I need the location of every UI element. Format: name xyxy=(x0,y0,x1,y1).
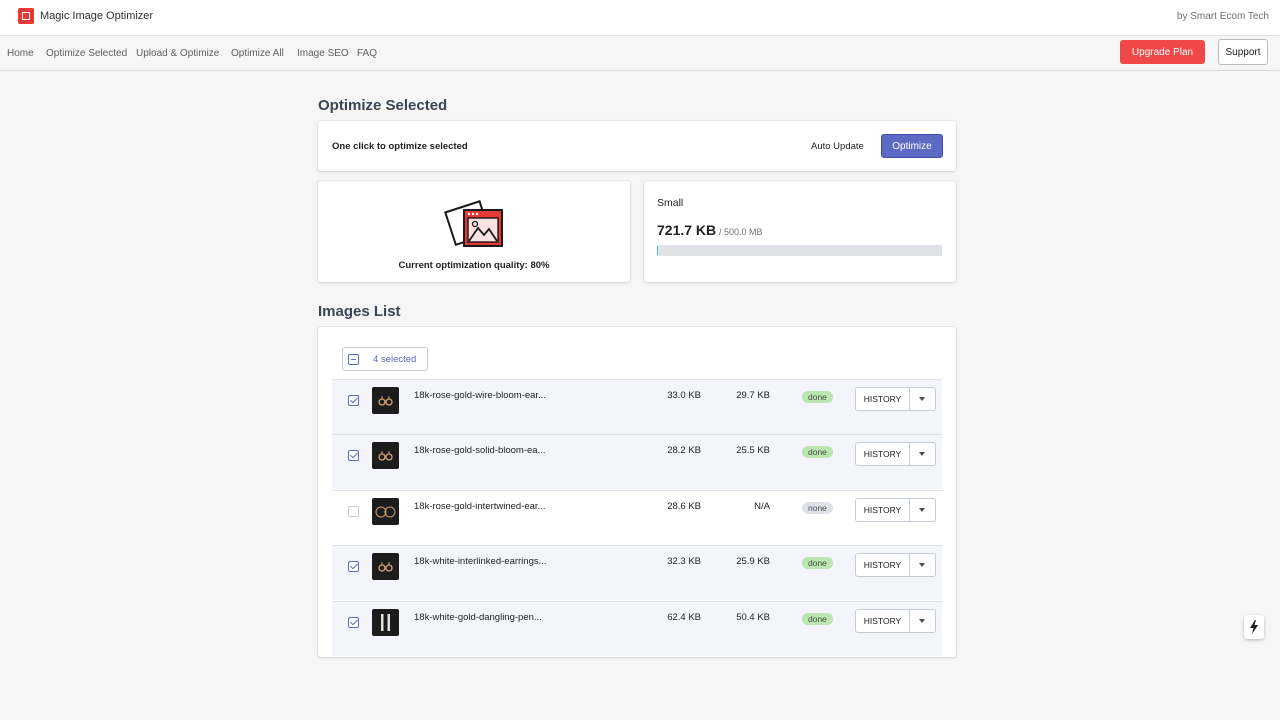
history-button[interactable]: HISTORY xyxy=(855,442,910,466)
optimize-card: One click to optimize selected Auto Upda… xyxy=(318,121,956,171)
hoop-earrings-icon xyxy=(372,498,399,525)
chevron-down-icon[interactable] xyxy=(909,609,936,633)
status-badge: done xyxy=(802,446,833,458)
optimized-size: N/A xyxy=(754,501,770,512)
table-row: 18k-white-interlinked-earrings... 32.3 KB… xyxy=(332,545,942,600)
status-badge: done xyxy=(802,613,833,625)
optimized-size: 25.5 KB xyxy=(736,445,770,456)
storage-progress-bar xyxy=(657,245,942,256)
bolt-icon[interactable] xyxy=(1244,615,1264,639)
chevron-down-icon[interactable] xyxy=(909,442,936,466)
plan-size-label: Small xyxy=(657,197,684,209)
bulk-select-button[interactable]: 4 selected xyxy=(342,347,428,371)
app-header: Magic Image Optimizer by Smart Ecom Tech xyxy=(0,0,1280,36)
image-filename: 18k-rose-gold-intertwined-ear... xyxy=(414,501,546,512)
image-quality-icon xyxy=(444,200,503,247)
one-click-text: One click to optimize selected xyxy=(332,141,468,152)
optimized-size: 29.7 KB xyxy=(736,390,770,401)
table-row: 18k-rose-gold-wire-bloom-ear... 33.0 KB 29… xyxy=(332,379,942,434)
original-size: 28.2 KB xyxy=(667,445,701,456)
support-button[interactable]: Support xyxy=(1218,39,1268,65)
row-checkbox[interactable] xyxy=(348,617,359,628)
history-button[interactable]: HISTORY xyxy=(855,387,910,411)
row-checkbox[interactable] xyxy=(348,450,359,461)
row-checkbox[interactable] xyxy=(348,506,359,517)
quality-card: Current optimization quality: 80% xyxy=(318,181,630,282)
original-size: 62.4 KB xyxy=(667,612,701,623)
row-checkbox[interactable] xyxy=(348,561,359,572)
earrings-icon xyxy=(372,553,399,580)
history-button[interactable]: HISTORY xyxy=(855,609,910,633)
selected-count: 4 selected xyxy=(373,354,417,365)
earrings-icon xyxy=(372,387,399,414)
chevron-down-icon[interactable] xyxy=(909,553,936,577)
table-row: 18k-white-gold-dangling-pen... 62.4 KB 50.… xyxy=(332,601,942,656)
images-list-card: 4 selected 18k-rose-gold-wire-bloom-ear.… xyxy=(318,327,956,657)
indeterminate-checkbox-icon xyxy=(348,354,359,365)
table-row: 18k-rose-gold-intertwined-ear... 28.6 KB N… xyxy=(332,490,942,545)
history-button[interactable]: HISTORY xyxy=(855,553,910,577)
upgrade-plan-button[interactable]: Upgrade Plan xyxy=(1120,40,1205,64)
auto-update-button[interactable]: Auto Update xyxy=(811,141,864,152)
image-filename: 18k-rose-gold-wire-bloom-ear... xyxy=(414,390,546,401)
quality-text: Current optimization quality: 80% xyxy=(398,260,550,271)
optimize-button[interactable]: Optimize xyxy=(881,134,943,158)
nav-item-upload-optimize[interactable]: Upload & Optimize xyxy=(136,48,219,59)
status-badge: none xyxy=(802,502,833,514)
chevron-down-icon[interactable] xyxy=(909,498,936,522)
app-logo-icon xyxy=(18,8,34,24)
nav-item-optimize-all[interactable]: Optimize All xyxy=(231,48,284,59)
history-button[interactable]: HISTORY xyxy=(855,498,910,522)
earrings-icon xyxy=(372,442,399,469)
image-filename: 18k-rose-gold-solid-bloom-ea... xyxy=(414,445,546,456)
original-size: 28.6 KB xyxy=(667,501,701,512)
storage-card: Small 721.7 KB / 500.0 MB xyxy=(644,181,956,282)
row-checkbox[interactable] xyxy=(348,395,359,406)
status-badge: done xyxy=(802,391,833,403)
nav-item-home[interactable]: Home xyxy=(7,48,34,59)
chevron-down-icon[interactable] xyxy=(909,387,936,411)
optimized-size: 50.4 KB xyxy=(736,612,770,623)
byline: by Smart Ecom Tech xyxy=(1176,11,1269,22)
optimized-size: 25.9 KB xyxy=(736,556,770,567)
storage-used: 721.7 KB xyxy=(657,222,717,238)
original-size: 32.3 KB xyxy=(667,556,701,567)
nav-item-optimize-selected[interactable]: Optimize Selected xyxy=(46,48,127,59)
nav-bar: Home Optimize Selected Upload & Optimize… xyxy=(0,36,1280,71)
table-row: 18k-rose-gold-solid-bloom-ea... 28.2 KB 25… xyxy=(332,434,942,489)
pendant-earrings-icon xyxy=(372,609,399,636)
nav-item-image-seo[interactable]: Image SEO xyxy=(297,48,349,59)
images-list-title: Images List xyxy=(318,303,401,320)
image-filename: 18k-white-interlinked-earrings... xyxy=(414,556,547,567)
page-title: Optimize Selected xyxy=(318,97,448,114)
image-filename: 18k-white-gold-dangling-pen... xyxy=(414,612,542,623)
storage-total: / 500.0 MB xyxy=(719,227,763,237)
original-size: 33.0 KB xyxy=(667,390,701,401)
status-badge: done xyxy=(802,557,833,569)
nav-item-faq[interactable]: FAQ xyxy=(357,48,377,59)
app-title: Magic Image Optimizer xyxy=(40,10,154,22)
